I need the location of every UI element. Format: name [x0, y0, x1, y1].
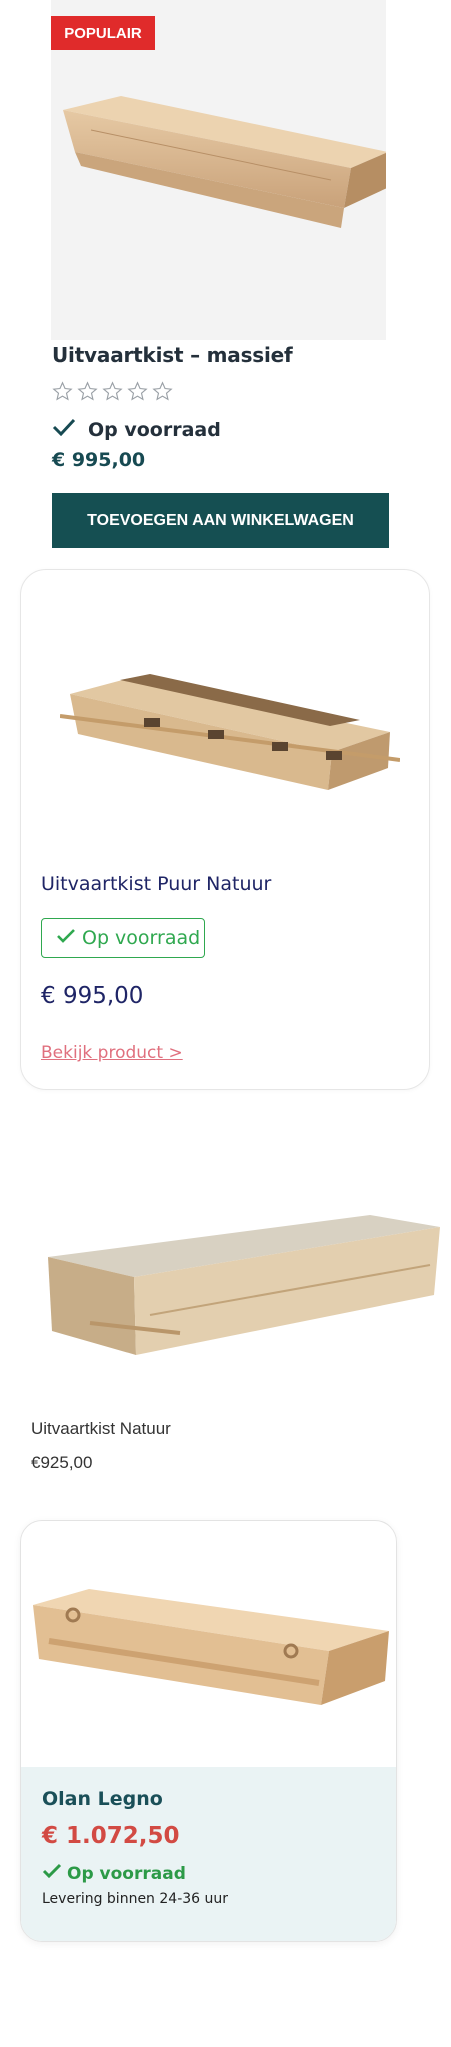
product-image-4[interactable]: [29, 1571, 389, 1721]
stock-label: Op voorraad: [82, 927, 201, 949]
checkmark-icon: [52, 418, 76, 441]
coffin-image: [59, 674, 401, 790]
delivery-time: Levering binnen 24-36 uur: [42, 1891, 229, 1907]
product-price: € 995,00: [52, 449, 146, 471]
star-empty-icon: [77, 381, 98, 402]
checkmark-icon: [56, 927, 76, 949]
rating-stars: [52, 381, 173, 402]
stock-badge: Op voorraad: [41, 918, 205, 958]
product-title[interactable]: Uitvaartkist Puur Natuur: [41, 873, 271, 895]
product-price: € 1.072,50: [42, 1823, 180, 1849]
star-empty-icon: [127, 381, 148, 402]
view-product-link[interactable]: Bekijk product >: [41, 1043, 183, 1063]
coffin-image: [48, 1215, 440, 1355]
star-empty-icon: [102, 381, 123, 402]
product-image-1[interactable]: [51, 0, 388, 340]
product-image-3[interactable]: [40, 1205, 445, 1365]
stock-label: Op voorraad: [88, 418, 221, 441]
star-empty-icon: [52, 381, 73, 402]
product-price: € 995,00: [41, 983, 144, 1009]
popular-badge: POPULAIR: [51, 16, 155, 50]
coffin-image: [63, 96, 388, 228]
product-title[interactable]: Uitvaartkist Natuur: [31, 1419, 171, 1439]
product-title[interactable]: Olan Legno: [42, 1788, 163, 1810]
star-empty-icon: [152, 381, 173, 402]
checkmark-icon: [42, 1863, 62, 1884]
coffin-image: [33, 1589, 389, 1705]
stock-status: Op voorraad: [52, 418, 221, 441]
stock-label: Op voorraad: [67, 1863, 186, 1884]
add-to-cart-button[interactable]: TOEVOEGEN AAN WINKELWAGEN: [52, 493, 389, 548]
product-image-2[interactable]: [59, 660, 401, 830]
product-price: €925,00: [31, 1453, 93, 1472]
stock-status: Op voorraad: [42, 1863, 186, 1884]
product-title[interactable]: Uitvaartkist – massief: [52, 343, 293, 367]
